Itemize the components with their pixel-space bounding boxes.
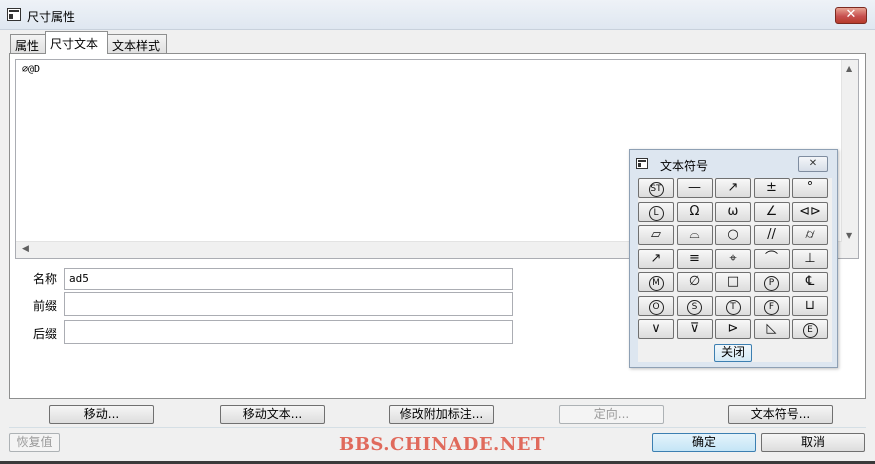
tab-text-style[interactable]: 文本样式 bbox=[107, 34, 167, 53]
projected-tolerance-icon[interactable]: P bbox=[753, 272, 790, 292]
symbol-glyph: F bbox=[764, 299, 779, 315]
scroll-up-icon[interactable]: ▲ bbox=[846, 64, 852, 73]
tab-dimension-text[interactable]: 尺寸文本 bbox=[45, 31, 108, 54]
max-material-icon[interactable]: M bbox=[638, 272, 674, 292]
symmetry-icon[interactable]: ≡ bbox=[676, 248, 713, 269]
suffix-label: 后缀 bbox=[33, 327, 58, 341]
degree-icon[interactable]: ° bbox=[792, 178, 828, 198]
circular-runout-icon[interactable]: ↗ bbox=[715, 178, 751, 198]
symbol-glyph: S bbox=[687, 299, 702, 315]
e-circled-icon[interactable]: E bbox=[792, 319, 828, 339]
plus-minus-icon[interactable]: ± bbox=[753, 178, 790, 198]
total-runout-icon[interactable]: ↗ bbox=[638, 248, 674, 269]
centerline-icon[interactable]: ℄ bbox=[792, 272, 828, 292]
symbol-glyph: M bbox=[648, 276, 664, 291]
modify-annotation-button[interactable]: 修改附加标注... bbox=[389, 405, 494, 424]
square-icon[interactable]: □ bbox=[715, 272, 751, 292]
orient-button[interactable]: 定向... bbox=[559, 405, 664, 424]
ok-button[interactable]: 确定 bbox=[652, 433, 756, 452]
profile-surface-icon[interactable]: ⌓ bbox=[676, 225, 713, 245]
position-icon[interactable]: ⌖ bbox=[715, 248, 751, 269]
spherical-icon[interactable]: S bbox=[676, 295, 713, 316]
window-title: 尺寸属性 bbox=[27, 10, 76, 24]
move-button[interactable]: 移动... bbox=[49, 405, 154, 424]
dialog-icon bbox=[7, 8, 21, 21]
scroll-left-icon[interactable]: ◀ bbox=[22, 244, 29, 254]
conical-taper-icon[interactable]: ⊳ bbox=[715, 319, 751, 339]
name-field[interactable]: ad5 bbox=[64, 268, 513, 290]
cylindricity-icon[interactable]: ⌭ bbox=[792, 225, 828, 245]
straightness-icon[interactable]: — bbox=[676, 178, 713, 198]
window-close-button[interactable]: ✕ bbox=[835, 7, 867, 24]
ohm-icon[interactable]: Ω bbox=[676, 201, 713, 222]
omega-icon[interactable]: ω bbox=[715, 201, 751, 222]
symbol-glyph: P bbox=[764, 276, 779, 291]
symbol-glyph: E bbox=[802, 323, 818, 338]
title-bar: 尺寸属性 ✕ bbox=[0, 0, 875, 30]
statistical-symbol-icon[interactable]: ST bbox=[638, 178, 674, 198]
diameter-icon[interactable]: ∅ bbox=[676, 272, 713, 292]
profile-line-icon[interactable]: ⌒ bbox=[753, 248, 790, 269]
dimension-text-content: ∅@D bbox=[22, 64, 41, 75]
perpendicularity-icon[interactable]: ⊥ bbox=[792, 248, 828, 269]
symbol-glyph: T bbox=[725, 299, 741, 315]
tangent-plane-icon[interactable]: T bbox=[715, 295, 751, 316]
name-label: 名称 bbox=[33, 272, 58, 286]
scroll-down-icon[interactable]: ▼ bbox=[846, 231, 852, 240]
tab-properties[interactable]: 属性 bbox=[10, 34, 46, 53]
suffix-field[interactable] bbox=[64, 320, 513, 344]
vertical-scrollbar[interactable]: ▲ ▼ bbox=[841, 60, 858, 258]
palette-icon bbox=[636, 158, 648, 169]
watermark-text: BBS.CHINADE.NET bbox=[339, 434, 545, 455]
restore-button[interactable]: 恢复值 bbox=[9, 433, 60, 452]
symbol-glyph: O bbox=[648, 299, 664, 315]
move-text-button[interactable]: 移动文本... bbox=[220, 405, 325, 424]
least-material-icon[interactable]: L bbox=[638, 201, 674, 222]
symbol-glyph: ST bbox=[648, 182, 664, 197]
depth-icon[interactable]: ⊽ bbox=[676, 319, 713, 339]
slope-icon[interactable]: ◺ bbox=[753, 319, 790, 339]
text-symbol-palette: 文本符号 ✕ ST — ↗ ± ° L Ωω ∠ ⊲⊳ ▱ ⌓ ○//⌭ ↗ ≡ ⌖ ⌒ ⊥ M ∅ □ P ℄ O S T F ⊔… bbox=[629, 149, 838, 368]
palette-close-icon[interactable]: ✕ bbox=[798, 156, 828, 172]
footer-divider bbox=[9, 427, 866, 428]
palette-title: 文本符号 bbox=[660, 159, 709, 173]
symmetry-arrows-icon[interactable]: ⊲⊳ bbox=[792, 201, 828, 222]
o-circled-icon[interactable]: O bbox=[638, 295, 674, 316]
parallelism-icon[interactable]: // bbox=[753, 225, 790, 245]
cancel-button[interactable]: 取消 bbox=[761, 433, 865, 452]
countersink-icon[interactable]: ∨ bbox=[638, 319, 674, 339]
counterbore-icon[interactable]: ⊔ bbox=[792, 295, 828, 316]
prefix-label: 前缀 bbox=[33, 299, 58, 313]
circularity-icon[interactable]: ○ bbox=[715, 225, 751, 245]
free-state-icon[interactable]: F bbox=[753, 295, 790, 316]
angularity-icon[interactable]: ∠ bbox=[753, 201, 790, 222]
palette-close-button[interactable]: 关闭 bbox=[714, 344, 752, 362]
symbol-glyph: L bbox=[648, 205, 664, 221]
symbol-grid: ST — ↗ ± ° L Ωω ∠ ⊲⊳ ▱ ⌓ ○//⌭ ↗ ≡ ⌖ ⌒ ⊥ M ∅ □ P ℄ O S T F ⊔ ∨ ⊽ ⊳ ◺ E bbox=[638, 178, 832, 362]
flatness-icon[interactable]: ▱ bbox=[638, 225, 674, 245]
text-symbol-button[interactable]: 文本符号... bbox=[728, 405, 833, 424]
prefix-field[interactable] bbox=[64, 292, 513, 316]
